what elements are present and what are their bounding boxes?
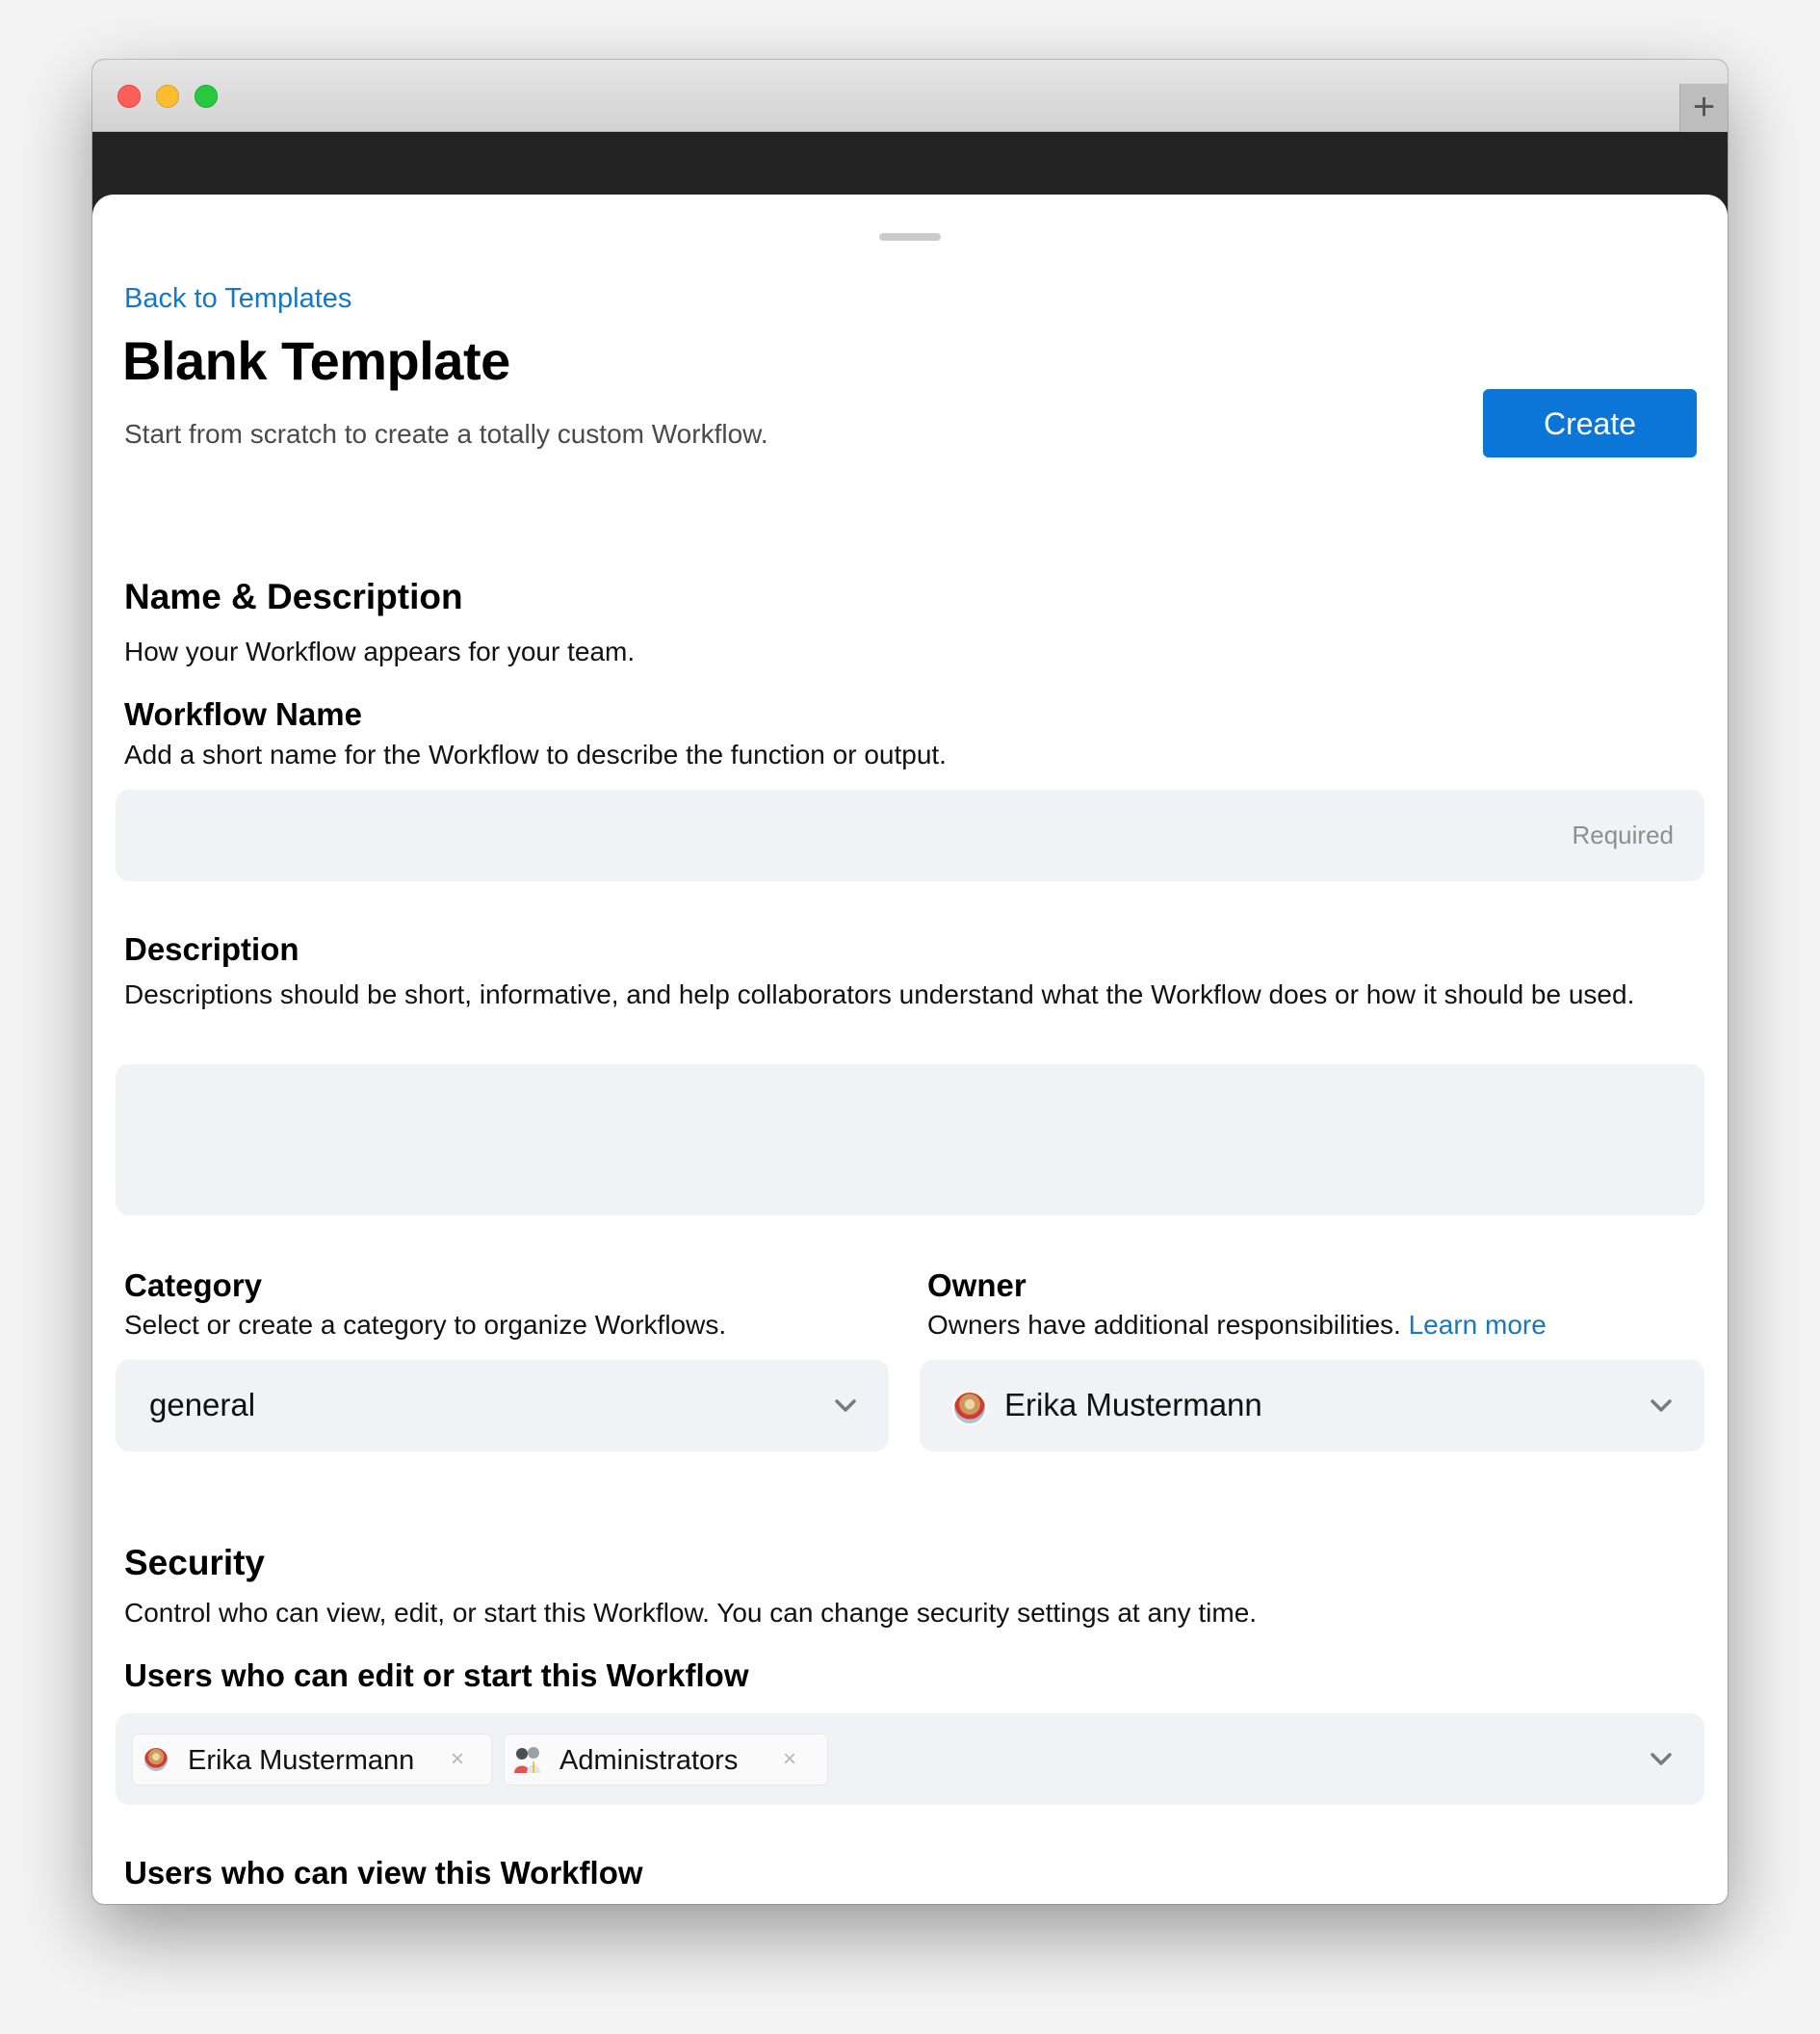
remove-chip-icon[interactable]: × <box>451 1746 464 1773</box>
chip-label: Erika Mustermann <box>188 1745 415 1776</box>
zoom-window-button[interactable] <box>195 85 218 108</box>
group-chip: Administrators × <box>504 1734 828 1786</box>
close-window-button[interactable] <box>117 85 141 108</box>
app-window: + Workflows Tasks Back to Templates Blan… <box>92 60 1728 1904</box>
chevron-down-icon <box>1651 1399 1672 1412</box>
chip-label: Administrators <box>559 1745 739 1776</box>
title-bar: + <box>92 60 1728 132</box>
workflow-name-hint: Add a short name for the Workflow to des… <box>124 740 947 769</box>
owner-hint: Owners have additional responsibilities.… <box>927 1310 1547 1341</box>
description-label: Description <box>124 931 299 967</box>
create-button[interactable]: Create <box>1483 389 1697 457</box>
workflow-name-placeholder: Required <box>1572 821 1674 849</box>
learn-more-link[interactable]: Learn more <box>1409 1310 1547 1340</box>
template-sheet: Back to Templates Blank Template Start f… <box>92 195 1728 1904</box>
chevron-down-icon <box>835 1399 856 1412</box>
workflow-name-label: Workflow Name <box>124 696 362 732</box>
category-hint: Select or create a category to organize … <box>124 1310 727 1340</box>
sheet-drag-handle[interactable] <box>879 233 941 241</box>
security-hint: Control who can view, edit, or start thi… <box>124 1598 1258 1628</box>
edit-users-label: Users who can edit or start this Workflo… <box>124 1657 749 1693</box>
owner-label: Owner <box>927 1267 1027 1303</box>
name-description-heading: Name & Description <box>124 577 463 616</box>
security-heading: Security <box>124 1543 266 1582</box>
category-select[interactable]: general <box>116 1360 889 1451</box>
page-title: Blank Template <box>122 330 510 391</box>
owner-avatar <box>952 1391 987 1425</box>
erika-avatar <box>143 1746 169 1773</box>
page-subtitle: Start from scratch to create a totally c… <box>124 419 768 449</box>
workflow-name-input[interactable]: Required <box>116 790 1704 881</box>
back-to-templates-link[interactable]: Back to Templates <box>124 283 351 315</box>
edit-users-multiselect[interactable]: Erika Mustermann × Administrators × <box>116 1713 1704 1805</box>
user-chip: Erika Mustermann × <box>132 1734 492 1786</box>
chevron-down-icon[interactable] <box>1651 1753 1672 1766</box>
owner-select[interactable]: Erika Mustermann <box>920 1360 1704 1451</box>
owner-hint-text: Owners have additional responsibilities. <box>927 1310 1401 1340</box>
remove-chip-icon[interactable]: × <box>783 1746 796 1773</box>
description-textarea[interactable] <box>116 1064 1704 1215</box>
owner-selected-value: Erika Mustermann <box>1004 1387 1262 1422</box>
new-tab-button[interactable]: + <box>1679 84 1728 132</box>
view-users-label: Users who can view this Workflow <box>124 1855 643 1891</box>
category-selected-value: general <box>149 1387 256 1422</box>
description-hint: Descriptions should be short, informativ… <box>124 979 1635 1009</box>
name-description-hint: How your Workflow appears for your team. <box>124 637 636 666</box>
group-icon <box>514 1747 540 1773</box>
minimize-window-button[interactable] <box>156 85 179 108</box>
category-label: Category <box>124 1267 263 1303</box>
